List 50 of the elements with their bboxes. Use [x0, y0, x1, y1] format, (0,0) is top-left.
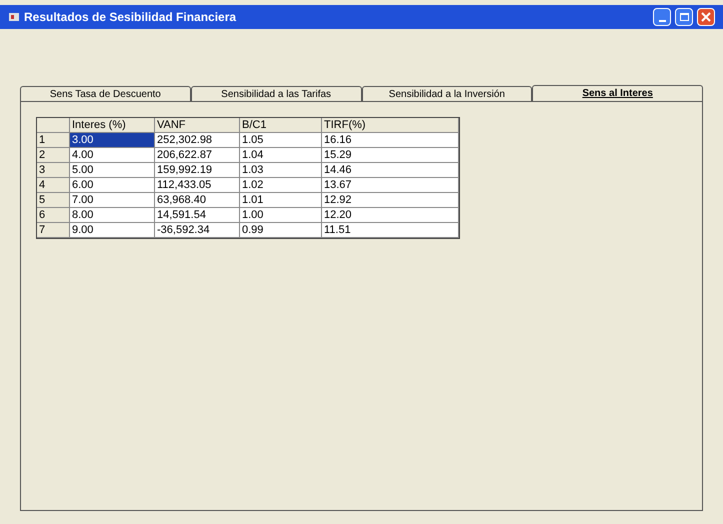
row-header[interactable]: 6: [37, 208, 70, 223]
table-cell[interactable]: 1.00: [240, 208, 322, 223]
table-cell[interactable]: 6.00: [70, 178, 155, 193]
table-cell[interactable]: 5.00: [70, 163, 155, 178]
table-cell[interactable]: 1.04: [240, 148, 322, 163]
column-header[interactable]: Interes (%): [70, 118, 155, 133]
table-cell[interactable]: 0.99: [240, 223, 322, 238]
corner-cell: [37, 118, 70, 133]
table-cell[interactable]: 206,622.87: [155, 148, 240, 163]
table-cell[interactable]: 1.03: [240, 163, 322, 178]
table-cell[interactable]: 14,591.54: [155, 208, 240, 223]
table-cell[interactable]: 1.05: [240, 133, 322, 148]
table-cell[interactable]: 12.20: [322, 208, 459, 223]
column-header[interactable]: B/C1: [240, 118, 322, 133]
table-cell[interactable]: 112,433.05: [155, 178, 240, 193]
table-cell[interactable]: 13.67: [322, 178, 459, 193]
table-cell[interactable]: 4.00: [70, 148, 155, 163]
table-cell[interactable]: -36,592.34: [155, 223, 240, 238]
table-cell[interactable]: 9.00: [70, 223, 155, 238]
column-header[interactable]: VANF: [155, 118, 240, 133]
close-button[interactable]: [697, 8, 715, 26]
app-icon: [8, 11, 20, 23]
table-cell[interactable]: 11.51: [322, 223, 459, 238]
table-cell[interactable]: 1.02: [240, 178, 322, 193]
row-header[interactable]: 1: [37, 133, 70, 148]
column-header[interactable]: TIRF(%): [322, 118, 459, 133]
tab[interactable]: Sens Tasa de Descuento: [20, 86, 191, 101]
maximize-button[interactable]: [675, 8, 693, 26]
row-header[interactable]: 7: [37, 223, 70, 238]
tab[interactable]: Sens al Interes: [532, 85, 703, 101]
tab[interactable]: Sensibilidad a la Inversión: [362, 86, 532, 101]
row-header[interactable]: 4: [37, 178, 70, 193]
row-header[interactable]: 2: [37, 148, 70, 163]
tab[interactable]: Sensibilidad a las Tarifas: [190, 86, 362, 101]
table-cell[interactable]: 159,992.19: [155, 163, 240, 178]
close-icon: [701, 12, 711, 22]
table-cell[interactable]: 15.29: [322, 148, 459, 163]
table-cell[interactable]: 63,968.40: [155, 193, 240, 208]
table-cell[interactable]: 16.16: [322, 133, 459, 148]
table-cell[interactable]: 1.01: [240, 193, 322, 208]
row-header[interactable]: 5: [37, 193, 70, 208]
table-cell[interactable]: 8.00: [70, 208, 155, 223]
table-cell[interactable]: 12.92: [322, 193, 459, 208]
table-cell[interactable]: 3.00: [70, 133, 155, 148]
window-title: Resultados de Sesibilidad Financiera: [24, 9, 236, 26]
table-cell[interactable]: 14.46: [322, 163, 459, 178]
table-cell[interactable]: 7.00: [70, 193, 155, 208]
row-header[interactable]: 3: [37, 163, 70, 178]
table-cell[interactable]: 252,302.98: [155, 133, 240, 148]
minimize-button[interactable]: [653, 8, 671, 26]
